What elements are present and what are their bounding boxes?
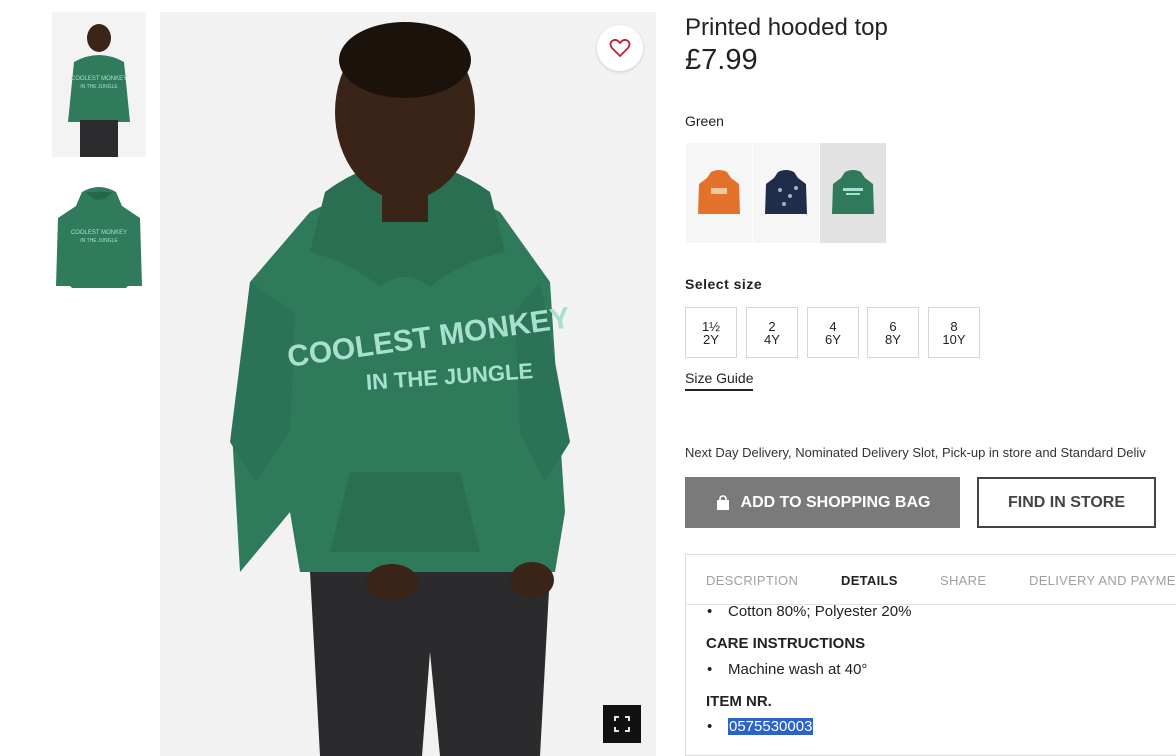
svg-text:IN THE JUNGLE: IN THE JUNGLE	[80, 238, 118, 244]
svg-text:IN THE JUNGLE: IN THE JUNGLE	[80, 84, 118, 90]
tab-description[interactable]: DESCRIPTION	[706, 573, 798, 588]
product-title: Printed hooded top	[685, 14, 888, 41]
tab-delivery-payment[interactable]: DELIVERY AND PAYME	[1029, 573, 1176, 588]
navy-hoodie-icon	[765, 170, 807, 214]
color-swatch-green[interactable]	[820, 143, 886, 243]
product-details-panel: DESCRIPTION DETAILS SHARE DELIVERY AND P…	[685, 554, 1176, 756]
composition-item: Cotton 80%; Polyester 20%	[707, 603, 911, 620]
thumb-print-text: COOLEST MONKEY	[71, 76, 127, 82]
care-instructions-heading: CARE INSTRUCTIONS	[706, 635, 866, 652]
size-option-5[interactable]: 8 10Y	[928, 307, 980, 358]
item-number-heading: ITEM NR.	[706, 693, 772, 710]
favorite-button[interactable]	[597, 25, 643, 71]
tab-share[interactable]: SHARE	[940, 573, 986, 588]
thumbnail-hoodie[interactable]: COOLEST MONKEY IN THE JUNGLE	[52, 178, 146, 298]
selected-color-label: Green	[685, 113, 724, 129]
item-number-value[interactable]: 0575530003	[728, 718, 814, 735]
size-option-4[interactable]: 6 8Y	[867, 307, 919, 358]
size-option-2[interactable]: 2 4Y	[746, 307, 798, 358]
delivery-info: Next Day Delivery, Nominated Delivery Sl…	[685, 445, 1146, 460]
color-swatch-navy[interactable]	[753, 143, 819, 243]
main-product-image: COOLEST MONKEY IN THE JUNGLE	[160, 12, 656, 756]
find-in-store-button[interactable]: FIND IN STORE	[977, 477, 1156, 528]
add-to-bag-label: ADD TO SHOPPING BAG	[740, 493, 931, 511]
product-price: £7.99	[685, 44, 758, 76]
heart-icon	[609, 38, 631, 58]
care-instruction-item: Machine wash at 40°	[707, 661, 867, 678]
expand-icon	[614, 716, 630, 732]
green-hoodie-icon	[832, 170, 874, 214]
tab-details[interactable]: DETAILS	[841, 573, 898, 588]
thumbnail-model[interactable]: COOLEST MONKEY IN THE JUNGLE	[52, 12, 146, 157]
size-guide-link[interactable]: Size Guide	[685, 370, 754, 391]
size-option-1[interactable]: 1½ 2Y	[685, 307, 737, 358]
color-swatch-orange[interactable]	[686, 143, 752, 243]
item-number-row: 0575530003	[707, 718, 814, 735]
shopping-bag-icon	[716, 494, 729, 510]
thumb-hoodie-print-text: COOLEST MONKEY	[71, 230, 127, 236]
size-option-3[interactable]: 4 6Y	[807, 307, 859, 358]
select-size-label: Select size	[685, 276, 763, 292]
details-tabs: DESCRIPTION DETAILS SHARE DELIVERY AND P…	[686, 555, 1176, 605]
orange-hoodie-icon	[698, 170, 740, 214]
add-to-bag-button[interactable]: ADD TO SHOPPING BAG	[685, 477, 960, 528]
fullscreen-button[interactable]	[603, 705, 641, 743]
